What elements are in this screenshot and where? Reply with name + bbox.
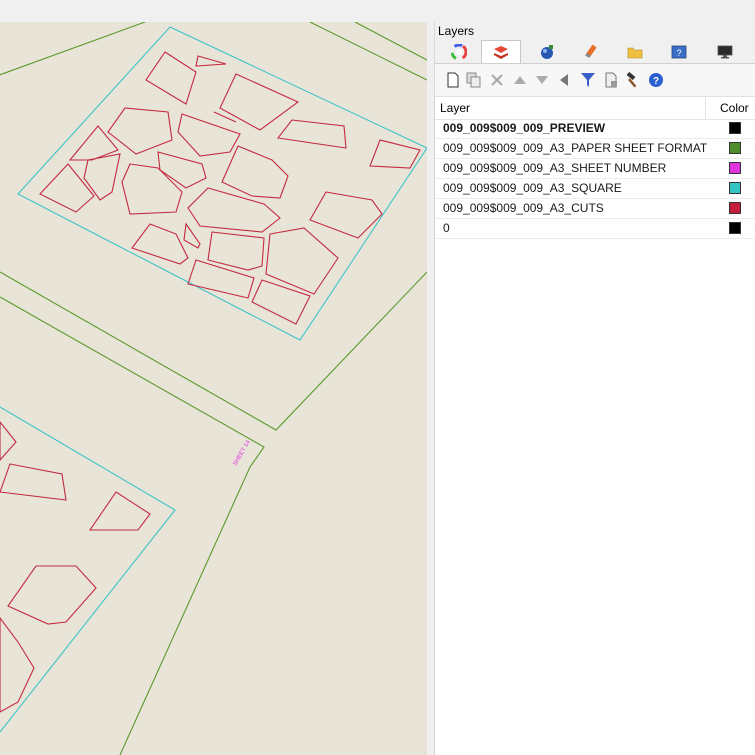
viewport[interactable]: SHEET 14 bbox=[0, 22, 427, 755]
cut-shape bbox=[213, 111, 237, 123]
cut-shape bbox=[276, 119, 347, 149]
cut-shape bbox=[0, 421, 17, 461]
paint-tube-icon bbox=[585, 44, 597, 59]
new-layer-icon bbox=[447, 72, 459, 88]
layer-color-swatch[interactable] bbox=[729, 222, 741, 234]
layers-panel: Layers ? ? Layer Color 009_009$009_009_P… bbox=[434, 22, 755, 755]
tools-icon bbox=[626, 72, 637, 88]
paper-sheet-outline bbox=[0, 296, 265, 755]
cut-shape bbox=[83, 153, 121, 201]
layers-toolbar: ? bbox=[435, 64, 755, 97]
tab-paint[interactable] bbox=[571, 41, 611, 63]
viewport-drawing: SHEET 14 bbox=[0, 22, 427, 755]
tab-color-wheel[interactable] bbox=[439, 41, 479, 63]
tab-materials[interactable] bbox=[527, 41, 567, 63]
move-down-button[interactable] bbox=[534, 72, 550, 88]
panel-title: Layers bbox=[435, 22, 755, 40]
cut-shape bbox=[309, 191, 383, 239]
cut-shape bbox=[187, 259, 255, 299]
cut-shape bbox=[183, 222, 201, 249]
layer-list-header: Layer Color bbox=[435, 97, 755, 120]
cut-shape bbox=[88, 491, 151, 531]
help-icon: ? bbox=[649, 73, 663, 87]
layer-row[interactable]: 009_009$009_009_PREVIEW bbox=[435, 119, 755, 139]
layers-icon bbox=[494, 46, 508, 59]
paper-sheet-outline bbox=[0, 22, 146, 76]
cut-shape bbox=[68, 125, 119, 161]
layer-row[interactable]: 0 bbox=[435, 219, 755, 239]
cut-shape bbox=[121, 163, 183, 215]
layer-color-swatch[interactable] bbox=[729, 182, 741, 194]
svg-text:?: ? bbox=[676, 48, 681, 58]
display-icon bbox=[717, 45, 733, 59]
cut-shape bbox=[187, 187, 281, 233]
layer-name: 009_009$009_009_A3_CUTS bbox=[443, 201, 604, 215]
tools-button[interactable] bbox=[625, 72, 641, 88]
copy-layer-icon bbox=[605, 72, 617, 88]
move-parent-icon bbox=[560, 74, 568, 86]
cut-shape bbox=[0, 463, 67, 501]
square-outline bbox=[17, 26, 427, 341]
tab-display[interactable] bbox=[705, 41, 745, 63]
sheet-number-label: SHEET 14 bbox=[233, 439, 253, 467]
copy-layer-button[interactable] bbox=[603, 72, 619, 88]
new-sublayer-icon bbox=[466, 72, 481, 88]
new-sublayer-button[interactable] bbox=[466, 72, 482, 88]
layer-name: 0 bbox=[443, 221, 450, 235]
help-window-icon: ? bbox=[671, 45, 687, 59]
move-parent-button[interactable] bbox=[556, 72, 572, 88]
cut-shape bbox=[207, 231, 265, 271]
top-bar bbox=[0, 0, 755, 22]
layer-row[interactable]: 009_009$009_009_A3_PAPER SHEET FORMAT bbox=[435, 139, 755, 159]
filter-icon bbox=[581, 73, 595, 87]
tab-layers[interactable] bbox=[481, 40, 521, 63]
cut-shape bbox=[145, 51, 197, 105]
layer-row[interactable]: 009_009$009_009_A3_CUTS bbox=[435, 199, 755, 219]
cut-shape bbox=[7, 565, 97, 625]
folder-icon bbox=[627, 47, 643, 59]
material-sphere-icon bbox=[541, 45, 553, 59]
cut-shape bbox=[131, 223, 189, 265]
tab-help-window[interactable]: ? bbox=[659, 41, 699, 63]
cut-shape bbox=[221, 145, 289, 199]
layer-row[interactable]: 009_009$009_009_A3_SHEET NUMBER bbox=[435, 159, 755, 179]
move-up-button[interactable] bbox=[512, 72, 528, 88]
layer-color-swatch[interactable] bbox=[729, 122, 741, 134]
layer-color-swatch[interactable] bbox=[729, 202, 741, 214]
layer-color-swatch[interactable] bbox=[729, 162, 741, 174]
help-button[interactable]: ? bbox=[648, 72, 664, 88]
cut-shape bbox=[251, 279, 311, 325]
layer-name: 009_009$009_009_PREVIEW bbox=[443, 121, 606, 135]
cut-shape bbox=[0, 617, 35, 713]
cut-shape bbox=[107, 107, 173, 155]
cut-shape bbox=[177, 113, 241, 157]
layer-row[interactable]: 009_009$009_009_A3_SQUARE bbox=[435, 179, 755, 199]
column-separator[interactable] bbox=[705, 97, 706, 119]
new-layer-button[interactable] bbox=[445, 72, 461, 88]
cut-shape bbox=[265, 227, 339, 295]
column-header-layer[interactable]: Layer bbox=[440, 101, 470, 115]
move-down-icon bbox=[536, 76, 548, 84]
svg-text:?: ? bbox=[653, 76, 659, 87]
filter-button[interactable] bbox=[580, 72, 596, 88]
cut-shape bbox=[369, 139, 421, 169]
layer-name: 009_009$009_009_A3_SHEET NUMBER bbox=[443, 161, 667, 175]
paper-sheet-outline bbox=[354, 22, 427, 61]
cut-shape bbox=[219, 73, 300, 131]
color-wheel-icon bbox=[451, 44, 467, 60]
tab-folder[interactable] bbox=[615, 41, 655, 63]
column-header-color[interactable]: Color bbox=[720, 101, 749, 115]
panel-tabs: ? bbox=[435, 40, 755, 64]
cut-shape bbox=[157, 151, 207, 189]
cut-shape bbox=[195, 55, 227, 67]
layer-name: 009_009$009_009_A3_SQUARE bbox=[443, 181, 622, 195]
layer-name: 009_009$009_009_A3_PAPER SHEET FORMAT bbox=[443, 141, 708, 155]
panel-splitter[interactable] bbox=[427, 22, 434, 755]
delete-button[interactable] bbox=[489, 72, 505, 88]
layer-list: 009_009$009_009_PREVIEW 009_009$009_009_… bbox=[435, 119, 755, 239]
move-up-icon bbox=[514, 76, 526, 84]
layer-color-swatch[interactable] bbox=[729, 142, 741, 154]
delete-icon bbox=[491, 74, 503, 86]
